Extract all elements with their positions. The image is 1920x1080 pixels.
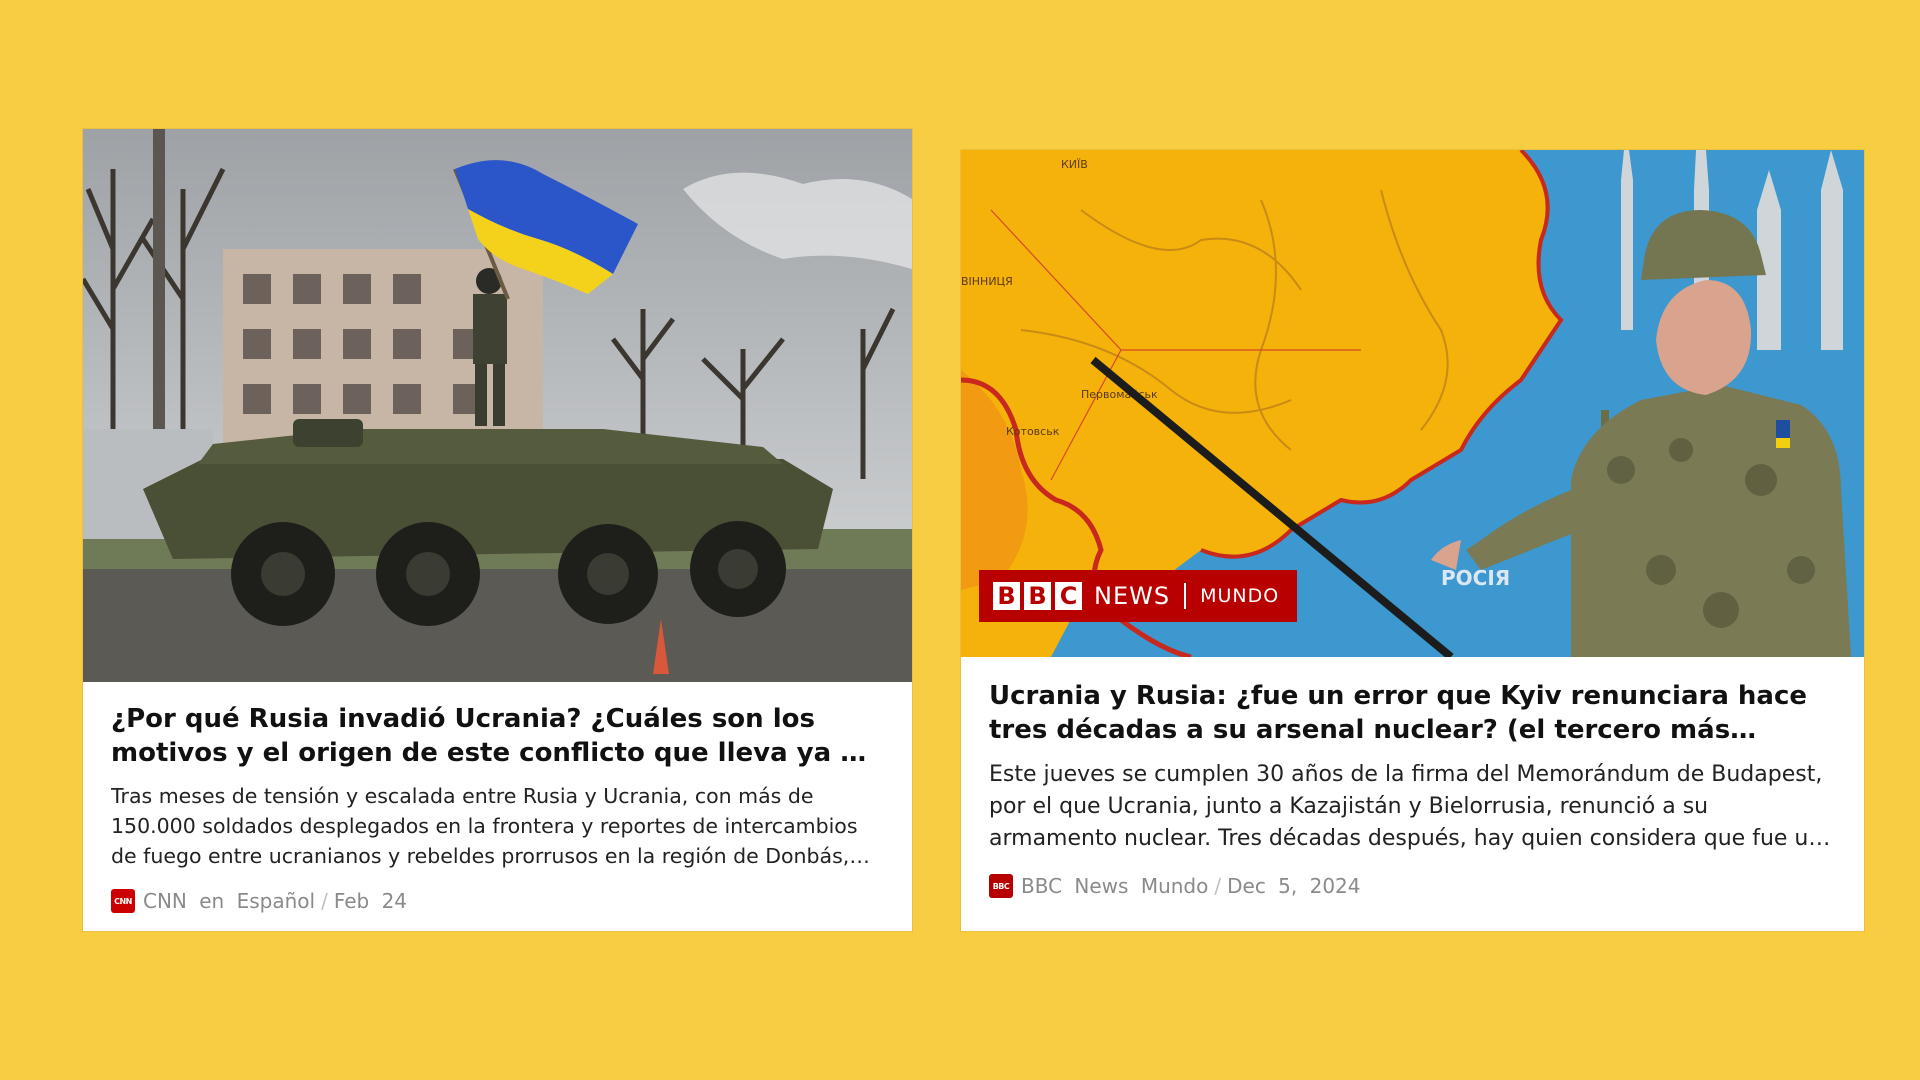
bbc-logo-mundo: MUNDO: [1200, 585, 1280, 607]
bbc-logo-divider: [1184, 583, 1187, 609]
bbc-logo-block: B: [993, 582, 1020, 610]
article-image[interactable]: КИЇВ ВІННИЦЯ Котовськ Первомайськ РОСІЯ: [961, 150, 1864, 657]
bbc-news-mundo-logo: B B C NEWS MUNDO: [979, 570, 1298, 622]
article-source[interactable]: BBC News Mundo: [1021, 874, 1208, 898]
article-source[interactable]: CNN en Español: [143, 889, 315, 913]
bbc-logo-block: C: [1055, 582, 1082, 610]
news-card-bbc[interactable]: КИЇВ ВІННИЦЯ Котовськ Первомайськ РОСІЯ: [961, 150, 1864, 931]
article-date: Dec 5, 2024: [1227, 874, 1361, 898]
meta-separator: /: [1214, 874, 1222, 898]
svg-text:Первомайськ: Первомайськ: [1081, 388, 1158, 401]
article-meta: CNN CNN en Español / Feb 24: [111, 889, 884, 913]
svg-text:ВІННИЦЯ: ВІННИЦЯ: [961, 275, 1013, 288]
bbc-logo-icon: BBC: [989, 874, 1013, 898]
article-description: Tras meses de tensión y escalada entre R…: [111, 784, 858, 868]
svg-text:РОСІЯ: РОСІЯ: [1441, 566, 1510, 590]
article-description: Este jueves se cumplen 30 años de la fir…: [989, 762, 1823, 851]
article-meta: BBC BBC News Mundo / Dec 5, 2024: [989, 874, 1836, 898]
meta-separator: /: [321, 889, 328, 913]
bbc-logo-block: B: [1024, 582, 1051, 610]
armored-vehicle-photo-icon: [83, 129, 912, 682]
bbc-logo-news: NEWS: [1094, 582, 1171, 610]
svg-text:Котовськ: Котовськ: [1006, 425, 1060, 438]
article-date: Feb 24: [333, 889, 408, 913]
article-title[interactable]: Ucrania y Rusia: ¿fue un error que Kyiv …: [989, 657, 1836, 747]
cnn-logo-icon: CNN: [111, 889, 135, 913]
article-image[interactable]: [83, 129, 912, 682]
news-card-cnn[interactable]: ¿Por qué Rusia invadió Ucrania? ¿Cuáles …: [83, 129, 912, 931]
article-title[interactable]: ¿Por qué Rusia invadió Ucrania? ¿Cuáles …: [111, 682, 884, 770]
svg-text:КИЇВ: КИЇВ: [1061, 158, 1088, 171]
